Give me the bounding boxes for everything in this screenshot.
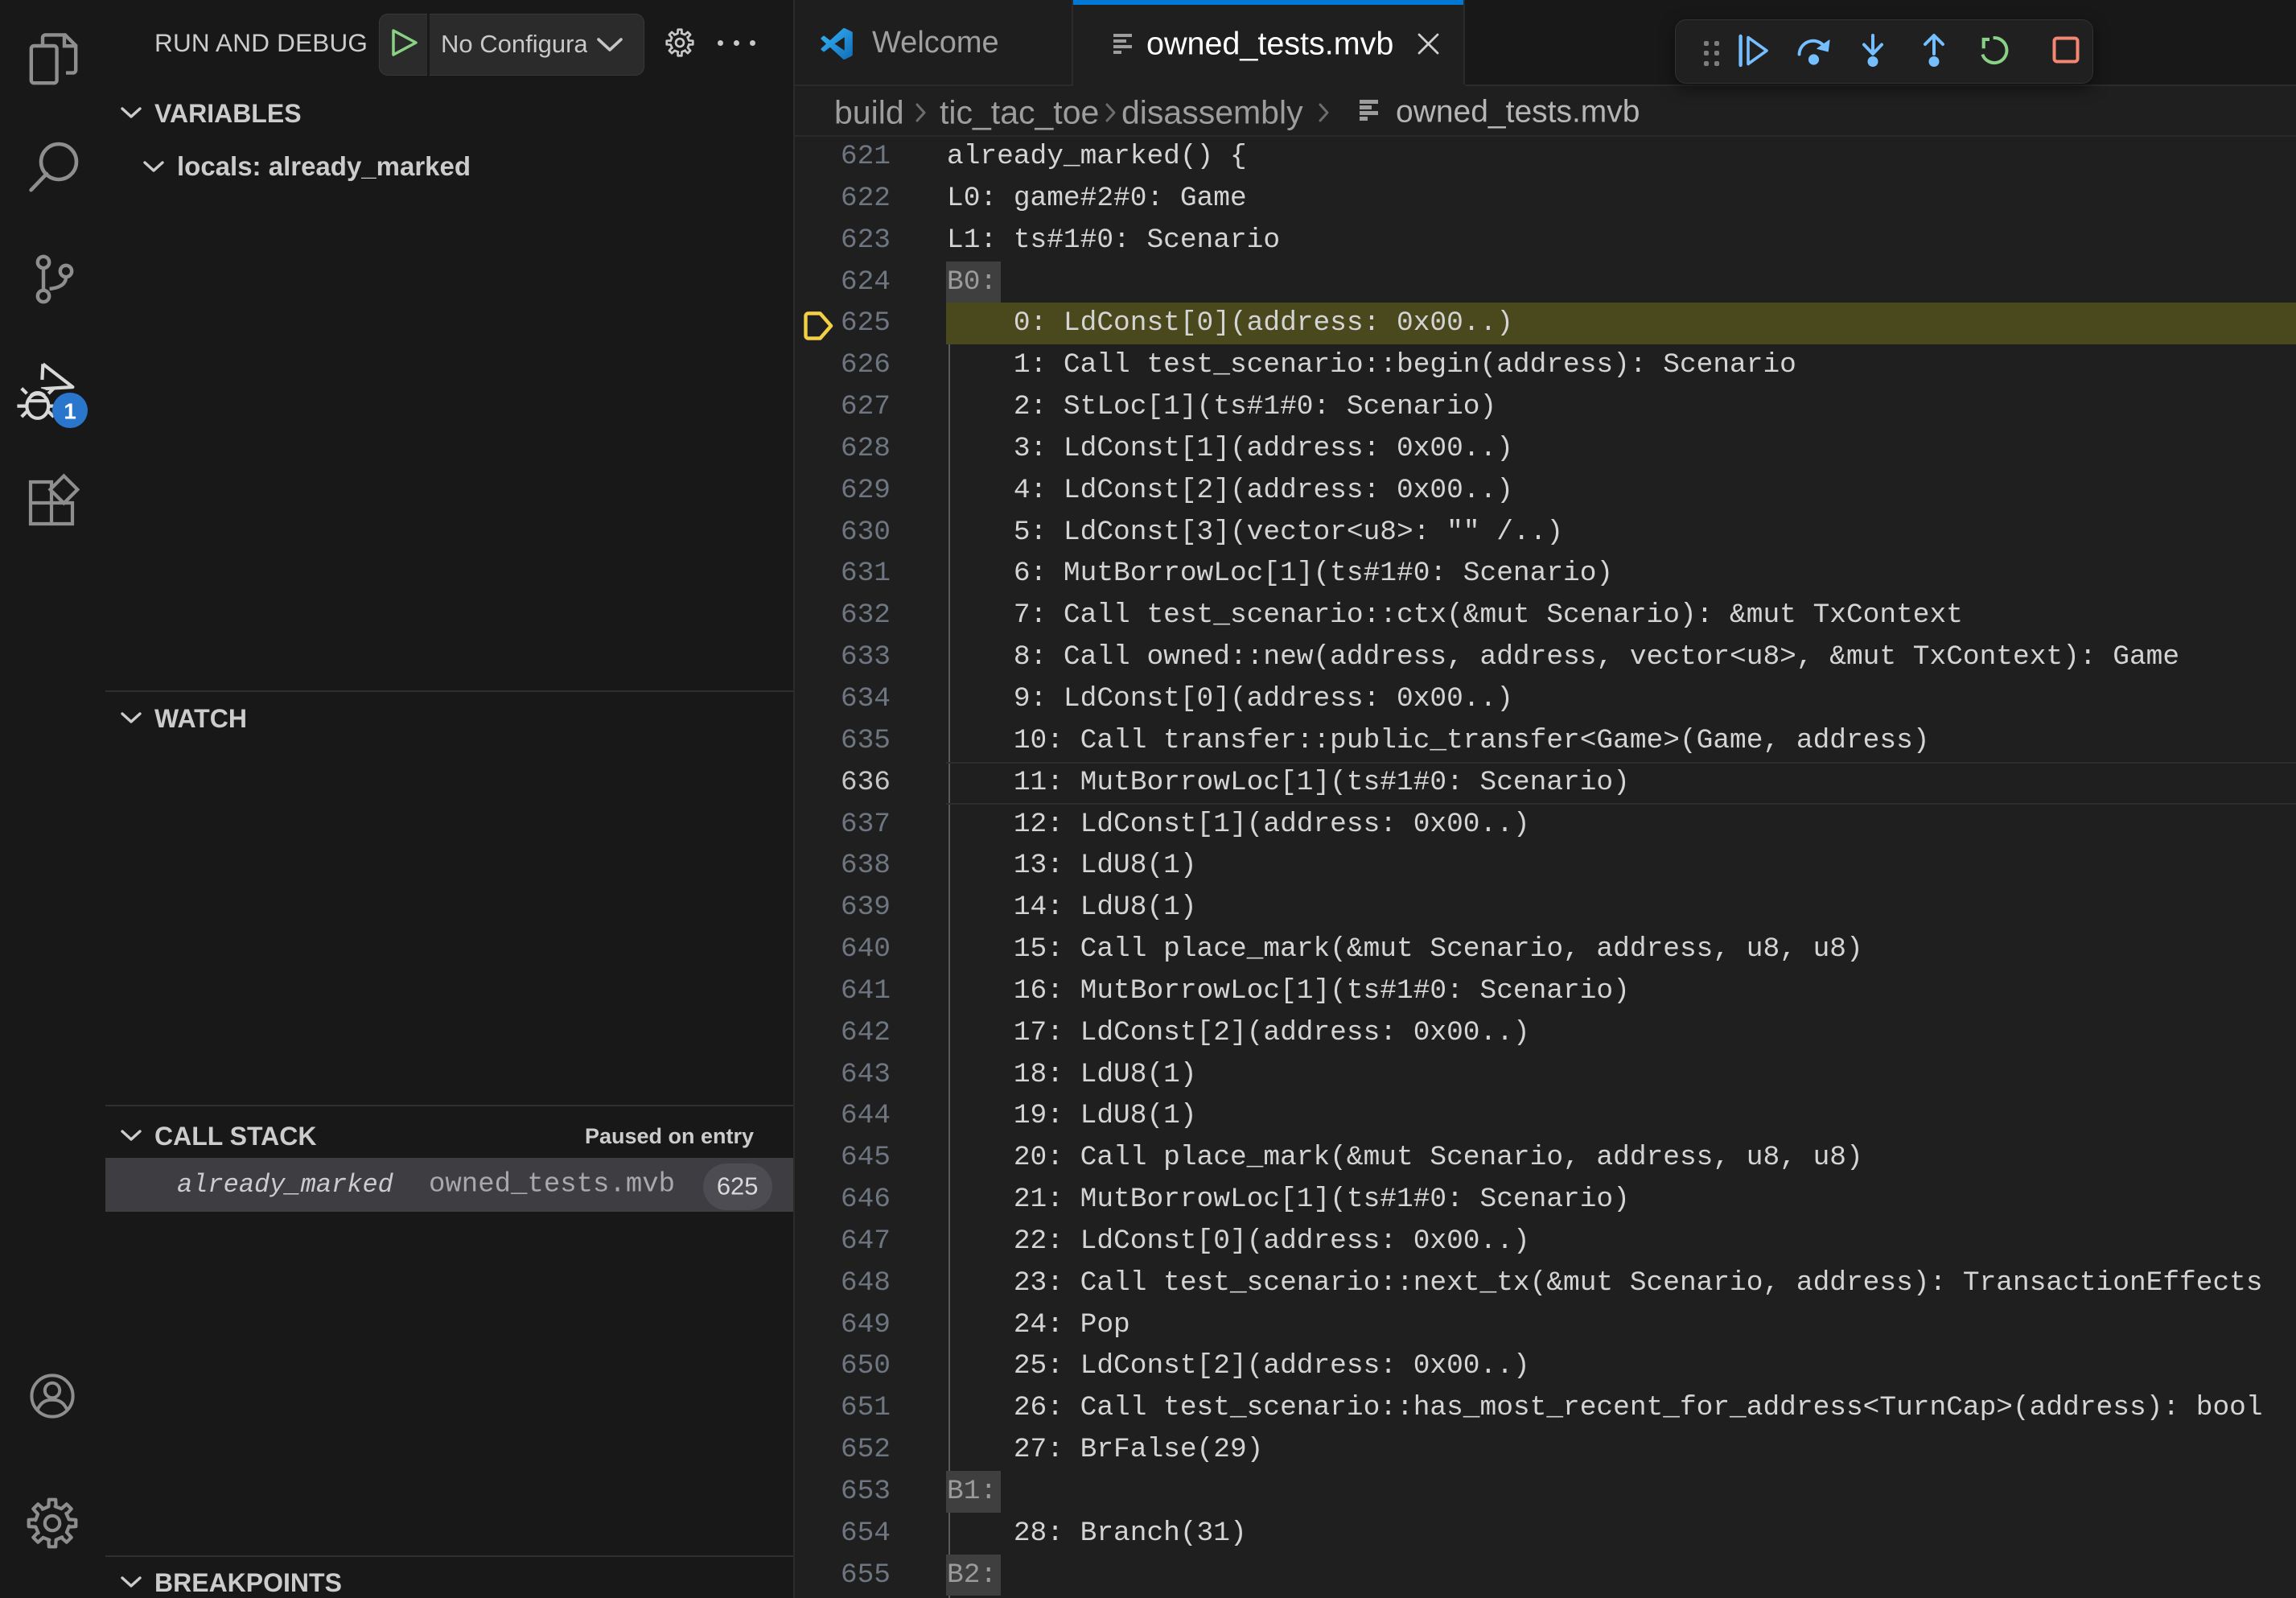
svg-text:1: 1	[64, 399, 76, 424]
